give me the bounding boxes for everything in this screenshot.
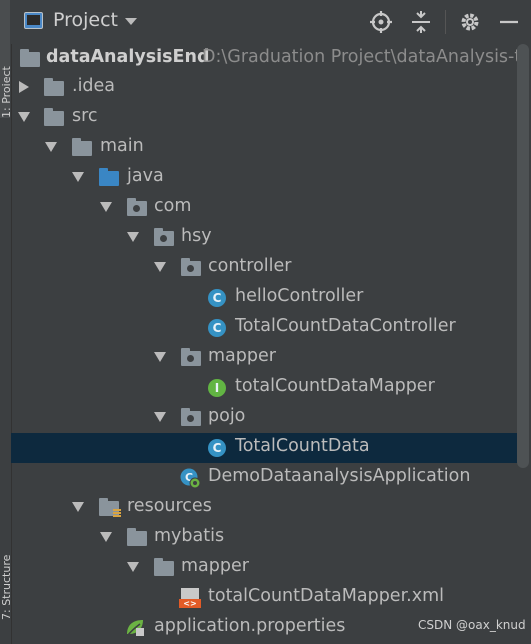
- collapse-arrow-icon[interactable]: [100, 202, 112, 212]
- project-window-icon: [24, 12, 43, 29]
- crosshair-icon[interactable]: [369, 10, 393, 34]
- tree-row-total-count-data-controller[interactable]: C TotalCountDataController: [11, 313, 519, 343]
- tree-row-hsy[interactable]: hsy: [11, 223, 519, 253]
- tree-label-pojo: pojo: [208, 406, 246, 426]
- collapse-arrow-icon[interactable]: [154, 262, 166, 272]
- tree-label-src: src: [72, 106, 98, 126]
- tree-row-total-count-data[interactable]: C TotalCountData: [11, 433, 519, 463]
- tree-label-mapper-xml: totalCountDataMapper.xml: [208, 586, 444, 606]
- tree-row-controller[interactable]: controller: [11, 253, 519, 283]
- folder-icon: [44, 78, 64, 96]
- collapse-arrow-icon[interactable]: [18, 112, 30, 122]
- spring-boot-class-icon: C: [179, 467, 201, 489]
- collapse-arrow-icon[interactable]: [72, 172, 84, 182]
- collapse-arrow-icon[interactable]: [100, 532, 112, 542]
- folder-icon: [127, 528, 147, 546]
- tree-row-pojo[interactable]: pojo: [11, 403, 519, 433]
- tree-label-idea: .idea: [72, 76, 116, 96]
- expand-arrow-icon[interactable]: [19, 81, 29, 93]
- tree-label-mapper: mapper: [208, 346, 276, 366]
- tree-label-mybatis-mapper: mapper: [181, 556, 249, 576]
- tree-row-main[interactable]: main: [11, 133, 519, 163]
- tree-label-com: com: [154, 196, 192, 216]
- view-selector[interactable]: Project: [53, 9, 118, 31]
- folder-icon: [44, 108, 64, 126]
- tree-row-idea[interactable]: .idea: [11, 73, 519, 103]
- tree-row-mapper[interactable]: mapper: [11, 343, 519, 373]
- tree-label-mybatis: mybatis: [154, 526, 225, 546]
- interface-icon: I: [208, 379, 226, 397]
- package-icon: [181, 258, 201, 276]
- root-path: D:\Graduation Project\dataAnalysis-to: [202, 47, 519, 67]
- minimize-icon[interactable]: [497, 10, 521, 34]
- tree-label-main: main: [100, 136, 144, 156]
- tree-row-mybatis[interactable]: mybatis: [11, 523, 519, 553]
- tree-row-com[interactable]: com: [11, 193, 519, 223]
- collapse-arrow-icon[interactable]: [72, 502, 84, 512]
- xml-file-icon: <>: [179, 588, 201, 608]
- structure-tool-tab[interactable]: 7: Structure: [0, 510, 10, 620]
- spring-properties-icon: [124, 618, 146, 638]
- tree-label-java: java: [127, 166, 164, 186]
- tree-label-controller: controller: [208, 256, 292, 276]
- collapse-arrow-icon[interactable]: [127, 562, 139, 572]
- tree-label-resources: resources: [127, 496, 212, 516]
- package-icon: [181, 408, 201, 426]
- tree-row-application[interactable]: C DemoDataanalysisApplication: [11, 463, 519, 493]
- tree-row-resources[interactable]: resources: [11, 493, 519, 523]
- xml-tag-glyph: <>: [179, 599, 201, 608]
- tree-row-java[interactable]: java: [11, 163, 519, 193]
- source-folder-icon: [99, 168, 119, 186]
- tree-label-total-count-data-controller: TotalCountDataController: [235, 316, 456, 336]
- tree-row-src[interactable]: src: [11, 103, 519, 133]
- toolbar-divider: [445, 10, 446, 34]
- tree-label-hello-controller: helloController: [235, 286, 364, 306]
- collapse-arrow-icon[interactable]: [154, 412, 166, 422]
- tree-row-total-count-data-mapper[interactable]: I totalCountDataMapper: [11, 373, 519, 403]
- tree-row-root[interactable]: dataAnalysisEnd D:\Graduation Project\da…: [11, 44, 519, 74]
- gear-icon[interactable]: [458, 10, 482, 34]
- project-tree[interactable]: dataAnalysisEnd D:\Graduation Project\da…: [11, 44, 519, 644]
- tree-label-hsy: hsy: [181, 226, 212, 246]
- tree-row-hello-controller[interactable]: C helloController: [11, 283, 519, 313]
- project-tool-tab[interactable]: 1: Project: [0, 0, 10, 118]
- collapse-icon[interactable]: [409, 10, 433, 34]
- package-icon: [154, 228, 174, 246]
- tree-row-mybatis-mapper[interactable]: mapper: [11, 553, 519, 583]
- tree-label-properties: application.properties: [154, 616, 346, 636]
- folder-icon: [154, 558, 174, 576]
- tree-label-application: DemoDataanalysisApplication: [208, 466, 471, 486]
- class-icon: C: [208, 439, 226, 457]
- module-folder-icon: [20, 49, 40, 67]
- tree-row-mapper-xml[interactable]: <> totalCountDataMapper.xml: [11, 583, 519, 613]
- chevron-down-icon[interactable]: [125, 18, 137, 25]
- vertical-scrollbar[interactable]: [517, 44, 529, 468]
- collapse-arrow-icon[interactable]: [127, 232, 139, 242]
- class-icon: C: [208, 289, 226, 307]
- tree-label-total-count-data: TotalCountData: [235, 436, 370, 456]
- tree-label-root: dataAnalysisEnd: [46, 47, 210, 67]
- class-icon: C: [208, 319, 226, 337]
- resources-folder-icon: [99, 498, 121, 518]
- collapse-arrow-icon[interactable]: [154, 352, 166, 362]
- watermark: CSDN @oax_knud: [418, 618, 526, 632]
- collapse-arrow-icon[interactable]: [45, 142, 57, 152]
- project-panel-header: Project: [11, 0, 531, 44]
- tree-label-total-count-data-mapper: totalCountDataMapper: [235, 376, 435, 396]
- folder-icon: [72, 138, 92, 156]
- package-icon: [181, 348, 201, 366]
- package-icon: [127, 198, 147, 216]
